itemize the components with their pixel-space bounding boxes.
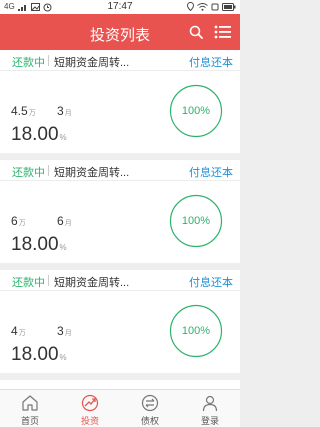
progress-text: 100% bbox=[181, 325, 211, 337]
progress-text: 100% bbox=[181, 105, 211, 117]
investment-card-partial bbox=[0, 380, 240, 389]
amount: 4.5万 bbox=[11, 104, 36, 118]
divider bbox=[48, 165, 49, 176]
term-unit: 月 bbox=[64, 220, 72, 227]
product-name: 短期资金周转... bbox=[54, 167, 130, 179]
progress-text: 100% bbox=[181, 215, 211, 227]
nav-transfer[interactable]: 债权 bbox=[120, 390, 180, 427]
nav-home-label: 首页 bbox=[20, 416, 39, 426]
rate: 18.00% bbox=[11, 124, 67, 146]
repay-method: 付息还本 bbox=[189, 167, 233, 179]
home-icon bbox=[22, 395, 38, 411]
nav-invest-label: 投资 bbox=[80, 416, 99, 426]
amount-unit: 万 bbox=[18, 330, 26, 337]
term-value: 3 bbox=[57, 104, 64, 118]
rate-unit: % bbox=[59, 353, 67, 362]
status-label: 还款中 bbox=[12, 277, 45, 289]
term: 3月 bbox=[57, 104, 72, 118]
product-name: 短期资金周转... bbox=[54, 57, 130, 69]
app-header: 投资列表 bbox=[0, 14, 240, 50]
card-header: 还款中 短期资金周转... 付息还本 bbox=[0, 270, 240, 291]
nav-login[interactable]: 登录 bbox=[180, 390, 240, 427]
rate-value: 18.00 bbox=[11, 234, 59, 255]
nav-login-label: 登录 bbox=[200, 416, 219, 426]
amount: 4万 bbox=[11, 324, 26, 338]
repay-method: 付息还本 bbox=[189, 57, 233, 69]
progress-circle: 100% bbox=[169, 84, 223, 138]
status-bar-right bbox=[187, 2, 236, 11]
transfer-icon bbox=[141, 394, 159, 412]
progress-circle: 100% bbox=[169, 304, 223, 358]
investment-card[interactable]: 还款中 短期资金周转... 付息还本 6万 6月 18.00% 100% bbox=[0, 160, 240, 263]
progress-circle: 100% bbox=[169, 194, 223, 248]
location-icon bbox=[187, 2, 194, 11]
rate-unit: % bbox=[59, 243, 67, 252]
rate-unit: % bbox=[59, 133, 67, 142]
phone-icon bbox=[211, 3, 219, 10]
user-icon bbox=[202, 395, 218, 412]
term: 6月 bbox=[57, 214, 72, 228]
amount-value: 6 bbox=[11, 214, 18, 228]
amount-unit: 万 bbox=[18, 220, 26, 227]
rate-value: 18.00 bbox=[11, 344, 59, 365]
amount: 6万 bbox=[11, 214, 26, 228]
investment-card[interactable]: 还款中 短期资金周转... 付息还本 4.5万 3月 18.00% 100% bbox=[0, 50, 240, 153]
divider bbox=[48, 275, 49, 286]
card-header: 还款中 短期资金周转... 付息还本 bbox=[0, 50, 240, 71]
rate: 18.00% bbox=[11, 234, 67, 256]
bottom-nav: 首页 投资 债权 登录 bbox=[0, 389, 240, 427]
card-header: 还款中 短期资金周转... 付息还本 bbox=[0, 160, 240, 181]
list-menu-icon[interactable] bbox=[214, 24, 232, 40]
battery-icon bbox=[222, 2, 236, 11]
divider bbox=[48, 55, 49, 66]
nav-home[interactable]: 首页 bbox=[0, 390, 60, 427]
wifi-icon bbox=[197, 2, 208, 11]
search-icon[interactable] bbox=[189, 25, 203, 39]
term: 3月 bbox=[57, 324, 72, 338]
term-value: 3 bbox=[57, 324, 64, 338]
status-bar: 4G 17:47 bbox=[0, 0, 240, 14]
invest-icon bbox=[81, 394, 99, 412]
rate: 18.00% bbox=[11, 344, 67, 366]
product-name: 短期资金周转... bbox=[54, 277, 130, 289]
nav-invest[interactable]: 投资 bbox=[60, 390, 120, 427]
status-label: 还款中 bbox=[12, 167, 45, 179]
amount-unit: 万 bbox=[28, 110, 36, 117]
repay-method: 付息还本 bbox=[189, 277, 233, 289]
rate-value: 18.00 bbox=[11, 124, 59, 145]
status-label: 还款中 bbox=[12, 57, 45, 69]
amount-value: 4 bbox=[11, 324, 18, 338]
page-title: 投资列表 bbox=[89, 27, 150, 44]
nav-transfer-label: 债权 bbox=[140, 416, 159, 426]
term-unit: 月 bbox=[64, 110, 72, 117]
term-value: 6 bbox=[57, 214, 64, 228]
investment-card[interactable]: 还款中 短期资金周转... 付息还本 4万 3月 18.00% 100% bbox=[0, 270, 240, 373]
term-unit: 月 bbox=[64, 330, 72, 337]
amount-value: 4.5 bbox=[11, 104, 28, 118]
